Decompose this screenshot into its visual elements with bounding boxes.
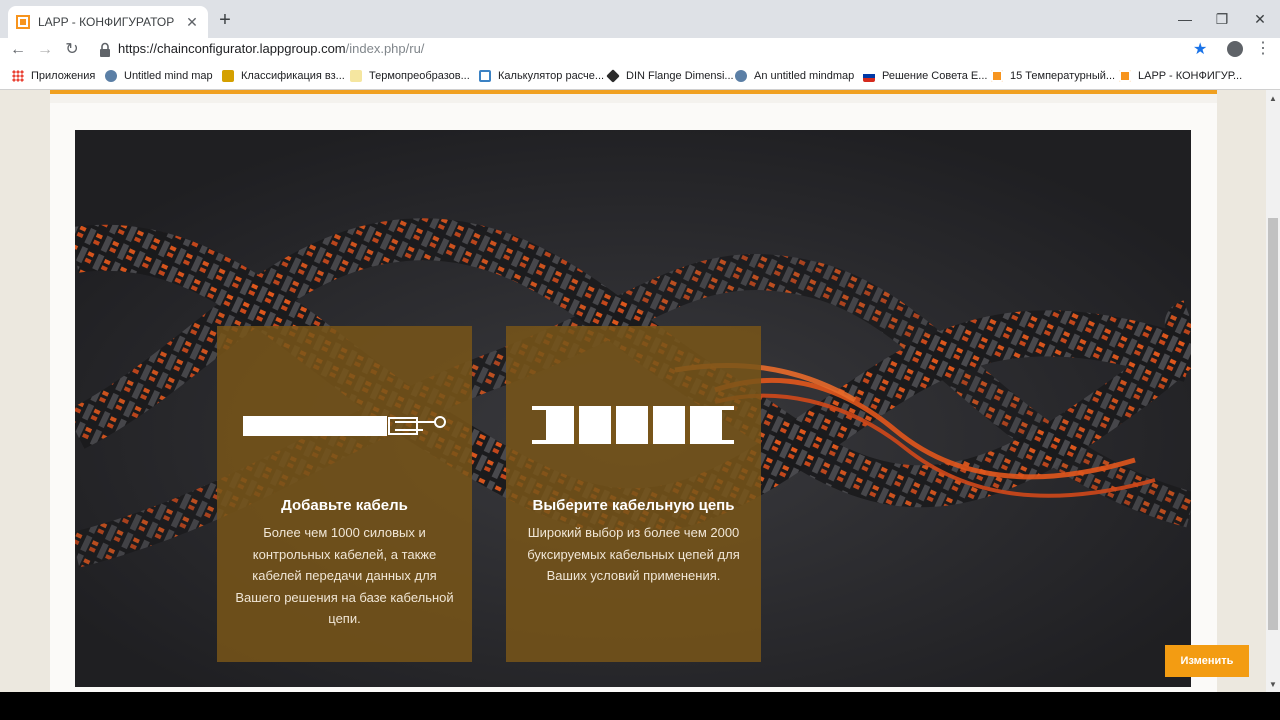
address-toolbar: ← → ↻ https://chainconfigurator.lappgrou… bbox=[0, 38, 1280, 62]
bookmark-untitled-mindmap[interactable]: An untitled mindmap bbox=[735, 68, 854, 84]
bookmark-temperature[interactable]: 15 Температурный... bbox=[991, 68, 1115, 84]
vertical-scrollbar[interactable]: ▲ ▼ bbox=[1266, 90, 1280, 692]
cable-chain-icon bbox=[532, 406, 734, 444]
hero-banner: Добавьте кабель Более чем 1000 силовых и… bbox=[75, 130, 1191, 687]
url-field[interactable]: https://chainconfigurator.lappgroup.com/… bbox=[118, 41, 424, 56]
scrollbar-thumb[interactable] bbox=[1268, 218, 1278, 630]
bookmark-label: Калькулятор расче... bbox=[498, 70, 605, 82]
mindmap-icon bbox=[105, 70, 117, 82]
header-band bbox=[50, 94, 1217, 103]
apps-grid-icon bbox=[12, 70, 24, 82]
maximize-button[interactable]: ❐ bbox=[1207, 8, 1237, 30]
lock-icon bbox=[100, 42, 110, 57]
scroll-up-arrow-icon[interactable]: ▲ bbox=[1266, 92, 1280, 106]
bookmark-label: Классификация вз... bbox=[241, 70, 345, 82]
reload-button[interactable]: ↻ bbox=[62, 40, 82, 60]
add-cable-card[interactable]: Добавьте кабель Более чем 1000 силовых и… bbox=[217, 326, 472, 662]
cable-icon bbox=[243, 416, 446, 436]
folder-icon bbox=[350, 70, 362, 82]
bookmark-calculator[interactable]: Калькулятор расче... bbox=[479, 68, 604, 84]
bookmark-label: Приложения bbox=[31, 70, 96, 82]
card-title: Выберите кабельную цепь bbox=[532, 497, 735, 514]
bookmark-din-flange[interactable]: DIN Flange Dimensi... bbox=[606, 68, 734, 84]
back-button[interactable]: ← bbox=[8, 40, 28, 60]
bookmark-star-icon[interactable]: ★ bbox=[1193, 39, 1207, 59]
change-button[interactable]: Изменить bbox=[1165, 645, 1249, 677]
minimize-button[interactable]: — bbox=[1170, 8, 1200, 30]
url-domain: https://chainconfigurator.lappgroup.com bbox=[118, 41, 346, 56]
bookmark-label: Термопреобразов... bbox=[369, 70, 470, 82]
bookmark-lapp-configurator[interactable]: LAPP - КОНФИГУР... bbox=[1119, 68, 1242, 84]
window-close-button[interactable]: ✕ bbox=[1245, 8, 1275, 30]
url-path: /index.php/ru/ bbox=[345, 41, 425, 56]
profile-avatar-icon[interactable] bbox=[1227, 41, 1243, 57]
card-description: Более чем 1000 силовых и контрольных каб… bbox=[235, 525, 454, 626]
mindmap-icon bbox=[735, 70, 747, 82]
din-icon bbox=[606, 69, 620, 83]
bookmark-classification[interactable]: Классификация вз... bbox=[222, 68, 345, 84]
new-tab-button[interactable]: + bbox=[214, 10, 236, 32]
bookmark-untitled-mind-map[interactable]: Untitled mind map bbox=[105, 68, 213, 84]
lapp-icon bbox=[1119, 70, 1131, 82]
lapp-favicon-icon bbox=[16, 15, 30, 29]
ex-icon bbox=[222, 70, 234, 82]
bookmark-label: 15 Температурный... bbox=[1010, 70, 1116, 82]
bookmark-label: LAPP - КОНФИГУР... bbox=[1138, 70, 1243, 82]
bookmark-label: An untitled mindmap bbox=[754, 70, 855, 82]
lapp-icon bbox=[991, 70, 1003, 82]
page-container: Добавьте кабель Более чем 1000 силовых и… bbox=[50, 90, 1217, 692]
card-title: Добавьте кабель bbox=[281, 497, 408, 514]
tab-close-icon[interactable]: ✕ bbox=[184, 14, 200, 30]
card-description: Широкий выбор из более чем 2000 буксируе… bbox=[527, 525, 740, 583]
tab-strip: LAPP - КОНФИГУРАТОР OLFLEX ✕ + — ❐ ✕ bbox=[0, 0, 1280, 38]
bookmarks-bar: Приложения Untitled mind map Классификац… bbox=[0, 62, 1280, 90]
page-viewport: Добавьте кабель Более чем 1000 силовых и… bbox=[0, 90, 1280, 692]
browser-menu-icon[interactable]: ⋮ bbox=[1255, 40, 1271, 58]
bookmark-label: Untitled mind map bbox=[124, 70, 213, 82]
scroll-down-arrow-icon[interactable]: ▼ bbox=[1266, 678, 1280, 692]
bookmark-thermo[interactable]: Термопреобразов... bbox=[350, 68, 470, 84]
browser-tab[interactable]: LAPP - КОНФИГУРАТОР OLFLEX ✕ bbox=[8, 6, 208, 38]
bookmark-label: DIN Flange Dimensi... bbox=[626, 70, 734, 82]
bookmark-label: Решение Совета Е... bbox=[882, 70, 988, 82]
tab-title: LAPP - КОНФИГУРАТОР OLFLEX bbox=[38, 15, 178, 29]
calculator-icon bbox=[479, 70, 491, 82]
flag-icon bbox=[863, 70, 875, 82]
bookmark-apps[interactable]: Приложения bbox=[12, 68, 95, 84]
forward-button[interactable]: → bbox=[35, 40, 55, 60]
select-chain-card[interactable]: Выберите кабельную цепь Широкий выбор из… bbox=[506, 326, 761, 662]
taskbar-area bbox=[0, 692, 1280, 720]
bookmark-council-decision[interactable]: Решение Совета Е... bbox=[863, 68, 987, 84]
